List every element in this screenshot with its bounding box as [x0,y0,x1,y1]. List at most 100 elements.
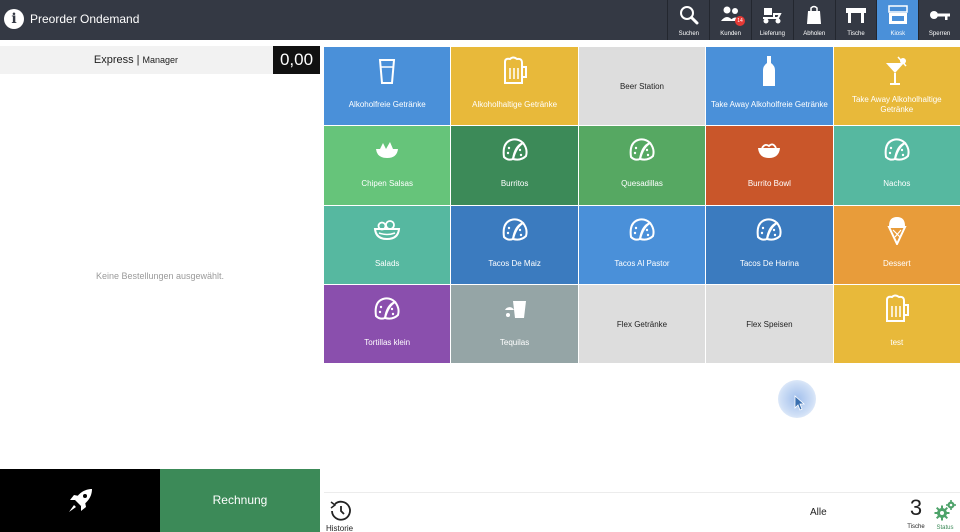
category-label: Quesadillas [621,179,663,189]
salad-icon [324,214,450,246]
tables-count: 3 [909,495,923,520]
key-icon [929,11,950,20]
category-tile[interactable]: Salads [324,205,451,284]
delivery-scooter-icon [763,8,783,24]
glass-icon [324,55,450,87]
filter-all-button[interactable]: Alle [810,507,827,518]
toolbar-label: Tische [847,31,865,37]
shot-glass-icon [451,293,577,325]
category-label: test [890,337,904,347]
launch-button[interactable] [0,469,160,532]
taco-icon [451,134,577,166]
category-label: Beer Station [619,82,664,91]
toolbar-suchen-button[interactable]: Suchen [667,0,709,40]
tables-label: Tische [907,524,925,530]
category-tile[interactable]: Alkoholfreie Getränke [324,47,451,126]
toolbar-label: Sperren [928,31,951,37]
category-tile[interactable]: Burritos [451,126,578,205]
taco-icon [579,134,705,166]
shopping-bag-icon [807,5,822,24]
category-label: Tequilas [499,337,530,347]
category-label: Nachos [883,179,911,189]
info-icon[interactable]: i [4,9,24,29]
category-tile[interactable]: Tequilas [451,284,578,363]
category-label: Tacos Al Pastor [614,258,670,268]
category-label: Dessert [883,258,911,268]
order-total: 0,00 [273,46,320,74]
category-tile[interactable]: Flex Getränke [578,284,706,363]
cocktail-icon [834,55,960,87]
category-tile[interactable]: Tacos Al Pastor [578,205,706,284]
pointer-icon [794,395,806,411]
category-label: Take Away Alkoholfreie Getränke [710,100,828,109]
category-tile[interactable]: test [833,284,960,363]
history-button[interactable]: Historie [326,499,356,532]
kiosk-icon [888,5,908,24]
category-label: Burritos [500,179,529,189]
toolbar: Suchen 14 Kunden Lieferung Abholen Tisch… [667,0,960,40]
history-icon [330,500,351,521]
category-tile[interactable]: Take Away Alkoholfreie Getränke [706,47,833,126]
toolbar-label: Kunden [720,31,741,37]
category-label: Chipen Salsas [361,179,413,189]
top-bar: i Preorder Ondemand Suchen 14 Kunden Lie… [0,0,960,40]
category-label: Burrito Bowl [747,179,791,189]
category-tile[interactable]: Dessert [833,205,960,284]
toolbar-tische-button[interactable]: Tische [834,0,877,40]
order-role-label: Manager [142,55,179,65]
order-mode[interactable]: Express | Manager [0,46,272,74]
bill-button[interactable]: Rechnung [160,469,320,532]
history-label: Historie [326,524,354,532]
toolbar-kiosk-button[interactable]: Kiosk [876,0,919,40]
category-label: Tacos De Harina [739,258,799,268]
category-label: Alkoholfreie Getränke [348,100,426,109]
search-icon [679,6,699,25]
chips-bowl-icon [324,134,450,166]
empty-order-message: Keine Bestellungen ausgewählt. [95,271,225,281]
category-tile[interactable]: Nachos [833,126,960,205]
app-title: Preorder Ondemand [30,12,140,26]
beer-mug-icon [451,55,577,87]
cursor-highlight [778,380,816,418]
category-label: Tacos De Maiz [488,258,541,268]
category-tile[interactable]: Tortillas klein [324,284,451,363]
category-tile[interactable]: Tacos De Maiz [451,205,578,284]
category-tile[interactable]: Take Away Alkoholhaltige Getränke [833,47,960,126]
category-label: Flex Speisen [746,319,793,329]
taco-icon [579,214,705,246]
category-tile[interactable]: Flex Speisen [706,284,833,363]
toolbar-lieferung-button[interactable]: Lieferung [751,0,793,40]
taco-icon [706,214,832,246]
toolbar-abholen-button[interactable]: Abholen [792,0,835,40]
bowl-icon [706,134,832,166]
category-tile[interactable]: Alkoholhaltige Getränke [451,47,578,126]
toolbar-label: Lieferung [759,31,785,37]
category-label: Tortillas klein [364,337,411,347]
gears-icon [934,500,956,521]
category-tile[interactable]: Beer Station [578,47,706,126]
category-label: Flex Getränke [616,319,668,329]
taco-icon [451,214,577,246]
status-label: Status [936,525,954,531]
category-tile[interactable]: Quesadillas [578,126,706,205]
category-label: Salads [374,258,400,268]
taco-icon [324,293,450,325]
order-header: Express | Manager 0,00 [0,46,320,74]
bottom-bar: Historie Alle 3 Tische Status [324,492,960,532]
toolbar-label: Abholen [803,31,826,37]
order-mode-label: Express [93,54,134,66]
rocket-icon [69,489,92,512]
toolbar-kunden-button[interactable]: 14 Kunden [709,0,751,40]
category-tile[interactable]: Chipen Salsas [324,126,451,205]
category-tile[interactable]: Burrito Bowl [706,126,833,205]
customers-badge: 14 [735,16,746,26]
toolbar-label: Kiosk [890,31,906,37]
table-icon [846,8,866,23]
status-button[interactable]: Status [932,499,958,532]
category-tile[interactable]: Tacos De Harina [706,205,833,284]
beer-mug-icon [834,293,960,325]
toolbar-sperren-button[interactable]: Sperren [918,0,960,40]
category-label: Take Away Alkoholhaltige Getränke [851,95,942,114]
toolbar-label: Suchen [678,31,699,37]
ice-cream-icon [834,214,960,246]
